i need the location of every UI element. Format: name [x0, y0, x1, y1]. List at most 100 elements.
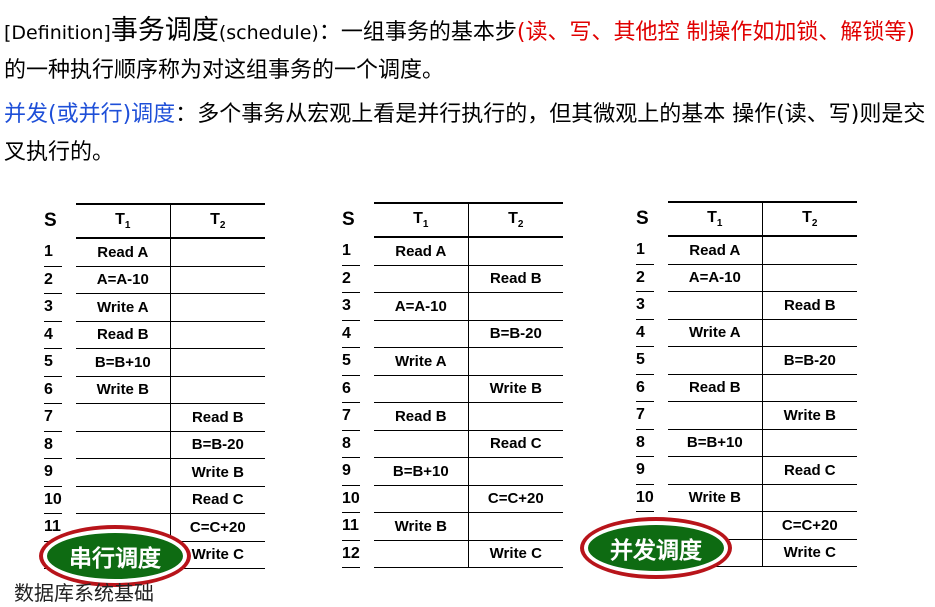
table-row: 5 Write A	[342, 347, 563, 376]
t1-operation: Write B	[75, 376, 171, 404]
t1-operation: A=A-10	[373, 292, 469, 321]
header-s: S	[636, 202, 654, 236]
schedule-term-en: (schedule)	[218, 22, 319, 44]
step-number: 6	[44, 376, 62, 404]
header-row: S T1 T2	[636, 201, 857, 237]
t2-operation	[468, 457, 563, 486]
gap-cell	[360, 237, 374, 265]
gap-cell	[654, 457, 668, 485]
table-row: 9 Write B	[44, 458, 265, 487]
header-t1-label: T	[707, 208, 717, 226]
t2-operation: Read C	[762, 456, 857, 485]
gap-cell	[360, 265, 374, 293]
definition-text-before: 一组事务的基本步	[340, 20, 517, 45]
gap-cell	[654, 374, 668, 402]
t2-operation	[170, 376, 265, 404]
step-number: 1	[342, 237, 360, 266]
gap-cell	[654, 429, 668, 457]
step-number: 12	[342, 540, 360, 568]
t2-operation	[468, 512, 563, 541]
step-number: 1	[44, 238, 62, 267]
gap-cell	[62, 376, 76, 404]
header-t1-label: T	[115, 210, 125, 228]
t1-operation	[75, 403, 171, 432]
gap-cell	[654, 402, 668, 430]
table-row: 3 A=A-10	[342, 292, 563, 321]
table-row: 5 B=B-20	[636, 346, 857, 375]
t1-operation: Write B	[667, 484, 763, 512]
step-number: 1	[636, 236, 654, 265]
definition-text-after: 的一种执行顺序称为对这组事务的一个调度。	[4, 58, 445, 83]
t2-operation	[170, 321, 265, 349]
t1-operation: B=B+10	[75, 348, 171, 377]
t2-operation: C=C+20	[762, 511, 857, 540]
step-number: 5	[636, 346, 654, 375]
step-number: 4	[44, 321, 62, 349]
table-row: 1 Read A	[636, 236, 857, 265]
header-t2-label: T	[508, 209, 518, 227]
header-t1-subscript: 1	[716, 218, 723, 230]
concurrent-schedule-table-1: S T1 T2 1 Read A 2 Read B 3 A=A-10 4 B=B-20 5 Write …	[342, 202, 563, 568]
t2-operation	[762, 484, 857, 512]
step-number: 5	[44, 348, 62, 377]
t1-operation	[373, 485, 469, 513]
gap-cell	[360, 403, 374, 431]
t1-operation	[373, 540, 469, 568]
gap-cell	[654, 236, 668, 264]
gap-cell	[360, 540, 374, 568]
step-number: 8	[636, 429, 654, 457]
t2-operation: B=B-20	[762, 346, 857, 375]
header-t2-label: T	[210, 210, 220, 228]
header-row: S T1 T2	[44, 203, 265, 239]
concurrent-term: 并发(或并行)调度	[4, 102, 176, 127]
t1-operation: Write A	[75, 293, 171, 322]
gap-cell	[360, 430, 374, 458]
header-row: S T1 T2	[342, 202, 563, 238]
t2-operation	[170, 266, 265, 294]
t2-operation: B=B-20	[468, 320, 563, 348]
header-t1-label: T	[413, 209, 423, 227]
header-s-label: S	[342, 209, 355, 230]
table-row: 4 Read B	[44, 321, 265, 349]
t1-operation: Write A	[373, 347, 469, 376]
gap-cell	[654, 319, 668, 347]
header-s-label: S	[44, 210, 57, 231]
gap-cell	[360, 485, 374, 513]
t1-operation	[373, 265, 469, 293]
gap-cell	[62, 404, 76, 432]
step-number: 4	[636, 319, 654, 347]
t1-operation	[667, 401, 763, 430]
gap-cell	[62, 431, 76, 459]
t2-operation: C=C+20	[468, 485, 563, 513]
t1-operation: Read A	[667, 236, 763, 265]
gap-cell	[654, 484, 668, 512]
t2-operation	[170, 238, 265, 267]
header-t1-subscript: 1	[422, 219, 429, 231]
step-number: 2	[636, 264, 654, 292]
gap-cell	[360, 513, 374, 541]
step-number: 3	[44, 293, 62, 322]
table-row: 6 Read B	[636, 374, 857, 402]
step-number: 5	[342, 347, 360, 376]
t1-operation: Read B	[667, 374, 763, 402]
definition-tag: [Definition]	[4, 22, 111, 44]
step-number: 11	[342, 512, 360, 541]
serial-schedule-badge: 串行调度	[43, 529, 187, 583]
header-t1: T1	[667, 201, 763, 237]
definition-red-text: (读、写、其他控 制操作如加锁、解锁等)	[516, 20, 916, 45]
step-number: 4	[342, 320, 360, 348]
header-t1: T1	[75, 203, 171, 239]
gap-cell	[62, 486, 76, 514]
step-number: 10	[342, 485, 360, 513]
header-t1-subscript: 1	[124, 220, 131, 232]
t2-operation: Write C	[468, 540, 563, 568]
step-number: 2	[44, 266, 62, 294]
t1-operation: Read A	[75, 238, 171, 267]
table-row: 1 Read A	[342, 237, 563, 266]
t2-operation	[468, 237, 563, 266]
step-number: 6	[636, 374, 654, 402]
t1-operation: B=B+10	[373, 457, 469, 486]
gap-cell	[654, 292, 668, 320]
t1-operation: Read A	[373, 237, 469, 266]
header-t2-subscript: 2	[219, 220, 226, 232]
